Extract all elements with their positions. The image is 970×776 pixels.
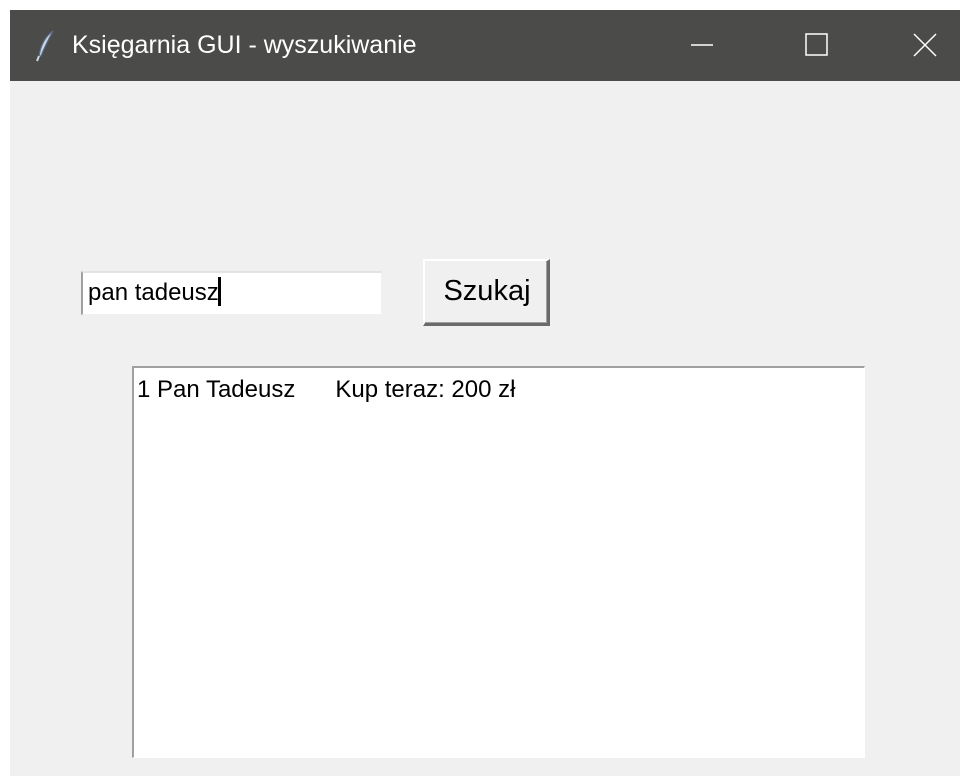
maximize-icon — [805, 33, 828, 56]
search-input[interactable]: pan tadeusz — [81, 271, 382, 315]
title-bar[interactable]: Księgarnia GUI - wyszukiwanie — [10, 10, 960, 81]
search-input-value: pan tadeusz — [88, 279, 219, 306]
window-title: Księgarnia GUI - wyszukiwanie — [72, 31, 417, 59]
minimize-icon — [691, 44, 713, 46]
close-button[interactable] — [890, 10, 960, 81]
feather-icon — [36, 30, 56, 62]
maximize-button[interactable] — [782, 10, 852, 81]
search-button[interactable]: Szukaj — [423, 259, 550, 326]
results-listbox[interactable]: 1 Pan Tadeusz Kup teraz: 200 zł — [132, 366, 865, 758]
app-window: Księgarnia GUI - wyszukiwanie pan tadeus… — [10, 10, 960, 776]
close-icon — [913, 33, 937, 57]
minimize-button[interactable] — [667, 10, 737, 81]
list-item[interactable]: 1 Pan Tadeusz Kup teraz: 200 zł — [137, 374, 864, 406]
text-caret — [217, 277, 221, 307]
